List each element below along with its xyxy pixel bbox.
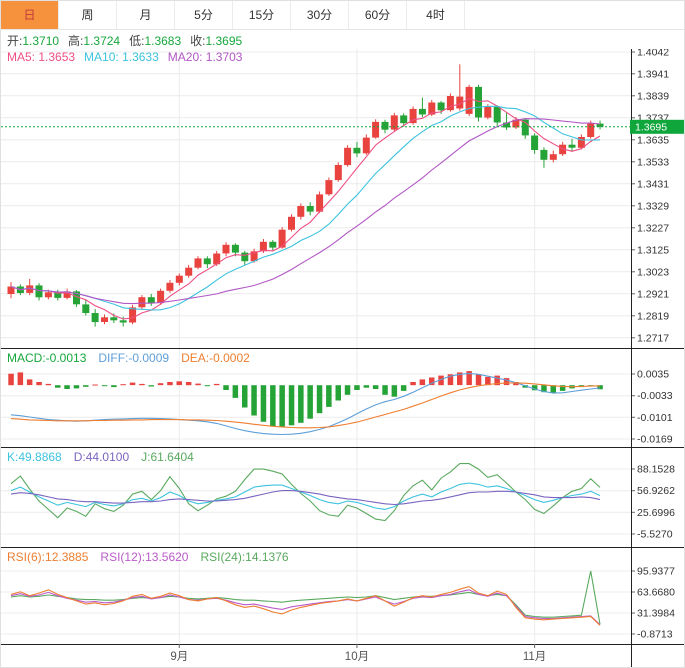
tab-日[interactable]: 日	[1, 1, 59, 29]
ohlc-row: 开:1.3710 高:1.3724 低:1.3683 收:1.3695	[7, 32, 251, 49]
y-axis-label: 0.0035	[637, 369, 669, 381]
y-axis-label: 1.4042	[637, 49, 669, 59]
y-axis-label: 1.3839	[637, 90, 669, 102]
rsi24-line	[11, 571, 600, 624]
x-axis-month-label: 9月	[170, 651, 188, 663]
y-axis-label: 1.3125	[637, 244, 669, 256]
y-axis-label: 1.2921	[637, 288, 669, 300]
y-axis-label: 1.3431	[637, 178, 669, 190]
macd-layer	[8, 371, 603, 434]
rsi12-line	[11, 590, 600, 625]
y-axis-label: -0.0033	[637, 390, 673, 402]
y-axis-label: 56.9262	[637, 485, 675, 497]
value-pair: 高:1.3724	[68, 34, 120, 48]
rsi-layer	[11, 571, 600, 625]
chart-canvas[interactable]: 1.40421.39411.38391.37371.36351.35331.34…	[1, 49, 685, 668]
y-axis-label: 1.3023	[637, 266, 669, 278]
dea-line	[11, 383, 600, 428]
ma20-line	[11, 119, 600, 304]
y-axis-label: 25.6996	[637, 507, 675, 519]
month-labels: 9月 10月 11月	[170, 644, 546, 663]
tab-60分[interactable]: 60分	[349, 1, 407, 29]
ma5-line	[11, 99, 600, 320]
value-pair: 开:1.3710	[7, 34, 59, 48]
y-axis-label: 1.3635	[637, 134, 669, 146]
x-axis-month-label: 11月	[523, 651, 546, 663]
tab-15分[interactable]: 15分	[233, 1, 291, 29]
tab-30分[interactable]: 30分	[291, 1, 349, 29]
ma10-line	[11, 106, 600, 310]
current-price-text: 1.3695	[635, 122, 667, 134]
ma-lines-layer	[11, 99, 600, 320]
y-axis-label: 1.3533	[637, 156, 669, 168]
y-axis-label: -0.0101	[637, 412, 673, 424]
axis-labels-layer: 1.40421.39411.38391.37371.36351.35331.34…	[631, 49, 675, 641]
trading-chart-app: 日周月5分15分30分60分4时 开:1.3710 高:1.3724 低:1.368…	[0, 0, 685, 668]
y-axis-label: 1.3941	[637, 68, 669, 80]
tab-5分[interactable]: 5分	[175, 1, 233, 29]
y-axis-label: 63.6680	[637, 587, 675, 599]
y-axis-label: -0.0169	[637, 434, 673, 446]
value-pair: 收:1.3695	[190, 34, 242, 48]
tab-4时[interactable]: 4时	[407, 1, 465, 29]
value-pair: 低:1.3683	[129, 34, 181, 48]
y-axis-label: -5.5270	[637, 529, 673, 541]
tab-周[interactable]: 周	[59, 1, 117, 29]
y-axis-label: -0.8713	[637, 629, 673, 641]
y-axis-label: 1.2819	[637, 310, 669, 322]
y-axis-label: 1.3329	[637, 200, 669, 212]
timeframe-tabbar: 日周月5分15分30分60分4时	[1, 1, 684, 30]
y-axis-label: 95.9377	[637, 566, 675, 578]
y-axis-label: 31.3984	[637, 608, 675, 620]
tab-月[interactable]: 月	[117, 1, 175, 29]
price-badge: 1.3695	[630, 120, 685, 134]
x-axis-month-label: 10月	[345, 651, 369, 663]
y-axis-label: 1.2717	[637, 332, 669, 344]
candles-layer	[8, 64, 604, 326]
y-axis-label: 88.1528	[637, 464, 675, 476]
y-axis-label: 1.3227	[637, 222, 669, 234]
